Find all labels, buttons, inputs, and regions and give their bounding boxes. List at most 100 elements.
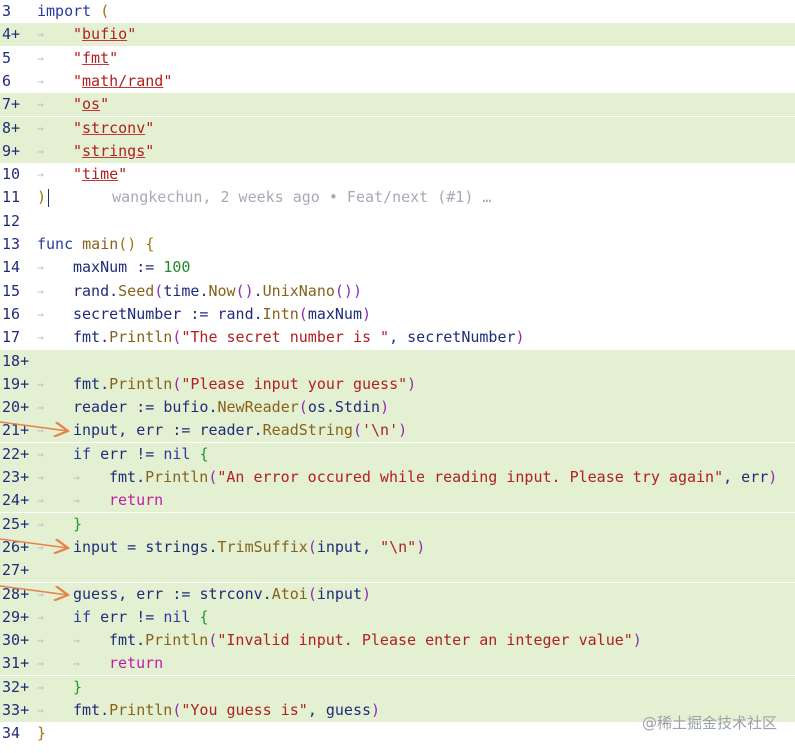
code-line[interactable]: 15 → rand.Seed(time.Now().UnixNano()) (0, 280, 795, 303)
line-number: 18+ (0, 350, 36, 373)
code-line[interactable]: 17 → fmt.Println("The secret number is ", … (0, 326, 795, 349)
diff-added-marker: + (11, 95, 21, 113)
line-code[interactable]: →} (37, 676, 82, 699)
line-code[interactable]: → → return (37, 652, 163, 675)
line-code[interactable]: → fmt.Println("The secret number is ", se… (37, 326, 525, 349)
line-code[interactable]: import ( (37, 0, 109, 23)
diff-added-marker: + (20, 468, 30, 486)
code-line[interactable]: 20+ → reader := bufio.NewReader(os.Stdin) (0, 396, 795, 419)
line-number: 23+ (0, 466, 36, 489)
code-line[interactable]: 8+ → "strconv" (0, 117, 795, 140)
code-line[interactable]: 25+ →} (0, 513, 795, 536)
line-number: 16 (0, 303, 36, 326)
line-code[interactable]: → rand.Seed(time.Now().UnixNano()) (37, 280, 362, 303)
diff-added-marker: + (11, 25, 21, 43)
line-number: 19+ (0, 373, 36, 396)
line-code[interactable]: → "strconv" (37, 117, 154, 140)
line-code[interactable]: → → return (37, 489, 163, 512)
code-editor[interactable]: 3 import (4+ → "bufio" 5 → "fmt" 6 → "math/rand" 7… (0, 0, 795, 753)
line-code[interactable]: → "time" (37, 163, 127, 186)
line-number: 32+ (0, 676, 36, 699)
code-line[interactable]: 24+ → → return (0, 489, 795, 512)
code-line[interactable]: 10 → "time" (0, 163, 795, 186)
line-code[interactable]: → maxNum := 100 (37, 256, 190, 279)
line-number: 20+ (0, 396, 36, 419)
code-line[interactable]: 26+ → input = strings.TrimSuffix(input, "\… (0, 536, 795, 559)
code-line[interactable]: 14 → maxNum := 100 (0, 256, 795, 279)
code-line[interactable]: 13 func main() { (0, 233, 795, 256)
line-number: 24+ (0, 489, 36, 512)
line-number: 28+ (0, 583, 36, 606)
diff-added-marker: + (20, 561, 30, 579)
code-line[interactable]: 7+ → "os" (0, 93, 795, 116)
line-number: 21+ (0, 419, 36, 442)
diff-added-marker: + (20, 515, 30, 533)
line-number: 5 (0, 47, 36, 70)
code-line[interactable]: 23+ → → fmt.Println("An error occured while… (0, 466, 795, 489)
line-number: 22+ (0, 443, 36, 466)
code-line[interactable]: 5 → "fmt" (0, 47, 795, 70)
diff-added-marker: + (20, 398, 30, 416)
line-number: 15 (0, 280, 36, 303)
line-number: 31+ (0, 652, 36, 675)
diff-added-marker: + (20, 701, 30, 719)
code-line[interactable]: 12 (0, 210, 795, 233)
line-code[interactable]: → input = strings.TrimSuffix(input, "\n") (37, 536, 425, 559)
line-code[interactable]: → input, err := reader.ReadString('\n') (37, 419, 407, 442)
line-code[interactable]: →} (37, 513, 82, 536)
code-line[interactable]: 11) wangkechun, 2 weeks ago • Feat/next … (0, 186, 795, 209)
line-number: 3 (0, 0, 36, 23)
line-code[interactable]: → → fmt.Println("An error occured while re… (37, 466, 777, 489)
line-code[interactable]: → reader := bufio.NewReader(os.Stdin) (37, 396, 389, 419)
line-number: 12 (0, 210, 36, 233)
diff-added-marker: + (20, 585, 30, 603)
line-number: 11 (0, 186, 36, 209)
line-number: 9+ (0, 140, 36, 163)
line-code[interactable]: → "fmt" (37, 47, 118, 70)
line-number: 14 (0, 256, 36, 279)
line-number: 8+ (0, 117, 36, 140)
line-number: 26+ (0, 536, 36, 559)
line-code[interactable]: → fmt.Println("Please input your guess") (37, 373, 416, 396)
line-code[interactable]: → fmt.Println("You guess is", guess) (37, 699, 380, 722)
code-line[interactable]: 32+ →} (0, 676, 795, 699)
code-line[interactable]: 30+ → → fmt.Println("Invalid input. Please … (0, 629, 795, 652)
code-line[interactable]: 22+ → if err != nil { (0, 443, 795, 466)
line-code[interactable]: func main() { (37, 233, 154, 256)
line-code[interactable]: → if err != nil { (37, 443, 208, 466)
line-code[interactable]: → secretNumber := rand.Intn(maxNum) (37, 303, 371, 326)
line-number: 7+ (0, 93, 36, 116)
line-code[interactable]: → "math/rand" (37, 70, 172, 93)
code-line[interactable]: 28+ → guess, err := strconv.Atoi(input) (0, 583, 795, 606)
diff-added-marker: + (20, 352, 30, 370)
line-number: 29+ (0, 606, 36, 629)
line-number: 10 (0, 163, 36, 186)
code-line[interactable]: 18+ (0, 350, 795, 373)
line-number: 27+ (0, 559, 36, 582)
diff-added-marker: + (20, 678, 30, 696)
line-code[interactable]: → "strings" (37, 140, 154, 163)
line-code[interactable]: } (37, 722, 46, 745)
line-code[interactable]: → guess, err := strconv.Atoi(input) (37, 583, 371, 606)
diff-added-marker: + (20, 445, 30, 463)
line-code[interactable]: ) wangkechun, 2 weeks ago • Feat/next (#… (37, 186, 491, 209)
watermark-text: @稀土掘金技术社区 (641, 714, 777, 732)
line-number: 25+ (0, 513, 36, 536)
code-line[interactable]: 16 → secretNumber := rand.Intn(maxNum) (0, 303, 795, 326)
code-line[interactable]: 29+ → if err != nil { (0, 606, 795, 629)
code-line[interactable]: 19+ → fmt.Println("Please input your guess… (0, 373, 795, 396)
code-line[interactable]: 21+ → input, err := reader.ReadString('\n'… (0, 419, 795, 442)
code-line[interactable]: 4+ → "bufio" (0, 23, 795, 46)
code-line[interactable]: 27+ (0, 559, 795, 582)
code-line[interactable]: 6 → "math/rand" (0, 70, 795, 93)
line-number: 33+ (0, 699, 36, 722)
line-code[interactable]: → "bufio" (37, 23, 136, 46)
code-line[interactable]: 3 import ( (0, 0, 795, 23)
code-line[interactable]: 31+ → → return (0, 652, 795, 675)
code-line[interactable]: 9+ → "strings" (0, 140, 795, 163)
line-number: 17 (0, 326, 36, 349)
line-code[interactable]: → "os" (37, 93, 109, 116)
line-code[interactable]: → → fmt.Println("Invalid input. Please ent… (37, 629, 642, 652)
diff-added-marker: + (20, 631, 30, 649)
line-code[interactable]: → if err != nil { (37, 606, 208, 629)
